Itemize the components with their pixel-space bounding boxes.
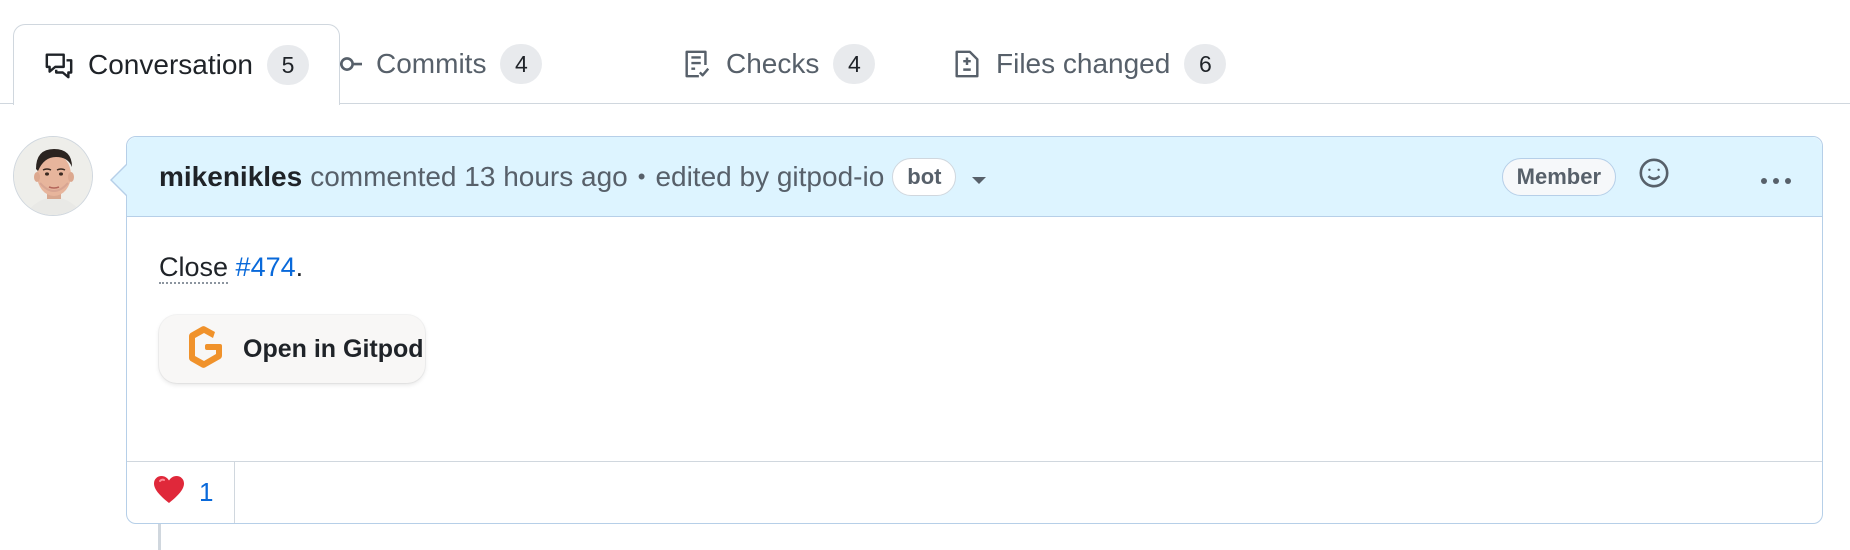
- tab-commits[interactable]: Commits 4: [302, 24, 572, 104]
- heart-icon: [153, 475, 185, 510]
- comment-timestamp[interactable]: commented 13 hours ago: [310, 161, 628, 193]
- tab-conversation[interactable]: Conversation 5: [13, 24, 340, 105]
- member-role-badge: Member: [1501, 157, 1616, 196]
- tab-checks-label: Checks: [726, 48, 820, 79]
- tab-conversation-count: 5: [266, 45, 309, 85]
- add-reaction-button[interactable]: [1638, 157, 1670, 196]
- comment-card: mikenikles commented 13 hours ago • edit…: [110, 136, 1823, 524]
- triangle-down-icon: [970, 161, 988, 193]
- tab-files-changed-label: Files changed: [996, 48, 1171, 79]
- bot-badge: bot: [892, 157, 957, 196]
- timeline-connector: [158, 520, 161, 550]
- comment-pointer: [110, 163, 128, 197]
- tab-checks[interactable]: Checks 4: [652, 24, 905, 104]
- pull-request-page: Conversation 5 Commits 4 Checks 4 Files …: [0, 0, 1850, 550]
- comment-discussion-icon: [44, 50, 74, 80]
- comment-text-trailing: .: [295, 252, 304, 282]
- tab-files-changed-count: 6: [1184, 44, 1227, 84]
- comment-options-button[interactable]: [1760, 161, 1792, 193]
- tab-commits-label: Commits: [376, 48, 487, 79]
- comment-author-link[interactable]: mikenikles: [159, 161, 302, 193]
- tab-files-changed[interactable]: Files changed 6: [922, 24, 1256, 104]
- open-in-gitpod-label: Open in Gitpod: [243, 334, 424, 363]
- edit-history-dropdown[interactable]: [970, 161, 988, 193]
- avatar[interactable]: [13, 136, 93, 216]
- comment-header: mikenikles commented 13 hours ago • edit…: [127, 137, 1822, 217]
- comment-text: Close #474.: [159, 247, 1792, 287]
- reactions-bar: 1: [127, 461, 1822, 523]
- reaction-heart-count: 1: [199, 477, 214, 507]
- header-separator: •: [637, 163, 646, 189]
- file-diff-icon: [952, 49, 982, 79]
- comment-body: Close #474. Open in Gitpod: [127, 217, 1822, 383]
- kebab-horizontal-icon: [1760, 161, 1792, 193]
- reaction-heart[interactable]: 1: [127, 462, 235, 523]
- tab-checks-count: 4: [833, 44, 876, 84]
- close-keyword: Close: [159, 252, 229, 284]
- tab-conversation-label: Conversation: [88, 49, 253, 80]
- tab-commits-count: 4: [500, 44, 543, 84]
- smiley-icon: [1638, 157, 1670, 196]
- pr-tabs: Conversation 5 Commits 4 Checks 4 Files …: [0, 0, 1850, 105]
- open-in-gitpod-button[interactable]: Open in Gitpod: [159, 315, 425, 383]
- issue-reference-link[interactable]: #474: [236, 252, 296, 282]
- checklist-icon: [682, 49, 712, 79]
- gitpod-logo-icon: [185, 323, 229, 376]
- edited-by-label[interactable]: edited by gitpod-io: [655, 161, 884, 193]
